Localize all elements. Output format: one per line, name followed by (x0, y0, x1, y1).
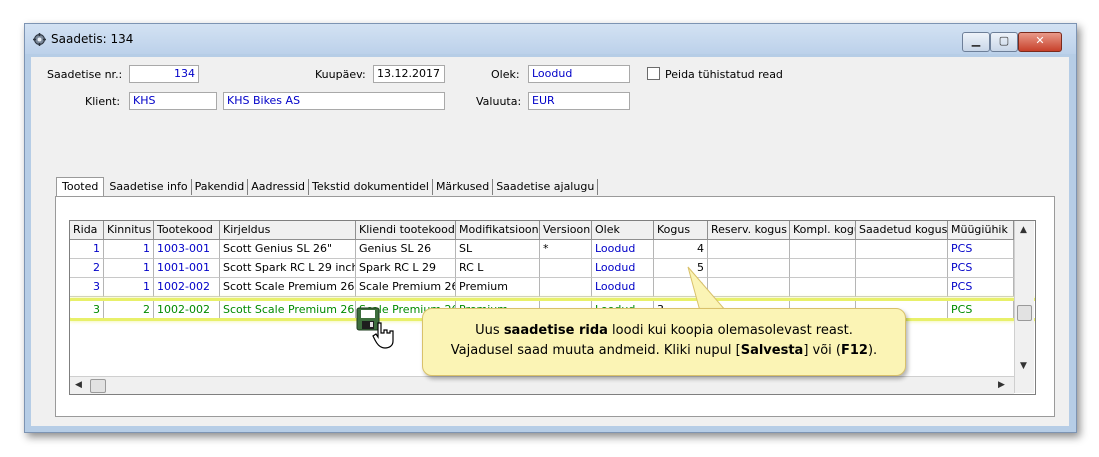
col-header-rida[interactable]: Rida (70, 221, 104, 240)
horizontal-scrollbar[interactable]: ◀ ▶ (70, 376, 1014, 394)
close-button[interactable]: ✕ (1018, 32, 1062, 52)
col-header-tootekood[interactable]: Tootekood (154, 221, 220, 240)
cell-rida: 2 (70, 259, 104, 278)
tab-tooted[interactable]: Tooted (56, 177, 105, 196)
tab-tekstid-dokumentidel[interactable]: Tekstid dokumentidel (309, 179, 433, 195)
cell-saadetud-kogus (856, 259, 948, 278)
title-bar: Saadetis: 134 ▁ ▢ ✕ (25, 24, 1076, 54)
status-field[interactable]: Loodud (528, 65, 630, 83)
cell-muugiuhik: PCS (948, 259, 1014, 278)
scroll-right-icon[interactable]: ▶ (998, 380, 1005, 390)
tab-saadetise-ajalugu[interactable]: Saadetise ajalugu (493, 179, 599, 195)
minimize-button[interactable]: ▁ (962, 32, 990, 52)
minimize-icon: ▁ (971, 34, 981, 47)
tab-saadetise-info[interactable]: Saadetise info (106, 179, 192, 195)
window-title: Saadetis: 134 (51, 32, 134, 46)
col-header-kirjeldus[interactable]: Kirjeldus (220, 221, 356, 240)
tab-panel-tooted: Rida Kinnitus Tootekood Kirjeldus Kliend… (55, 196, 1055, 417)
cell-saadetud-kogus (856, 240, 948, 259)
date-label: Kuupäev: (315, 68, 366, 81)
hide-cancelled-checkbox[interactable] (647, 67, 660, 80)
cell-kompl-kogus (790, 278, 856, 297)
cell-tootekood: 1003-001 (154, 240, 220, 259)
vertical-scrollbar[interactable]: ▲ ▼ (1014, 221, 1034, 393)
scroll-up-icon[interactable]: ▲ (1020, 225, 1027, 235)
scroll-down-icon[interactable]: ▼ (1020, 361, 1027, 371)
col-header-kompl-kogus[interactable]: Kompl. kogus (790, 221, 856, 240)
cell-muugiuhik: PCS (948, 278, 1014, 297)
col-header-saadetud-kogus[interactable]: Saadetud kogus (856, 221, 948, 240)
client-label: Klient: (85, 95, 121, 108)
cell-tootekood: 1002-002 (154, 278, 220, 297)
save-button[interactable] (356, 307, 394, 349)
cell-kinnitus: 1 (104, 259, 154, 278)
cell-versioon (540, 259, 592, 278)
cell-kliendi-tootekood: Spark RC L 29 (356, 259, 456, 278)
cell-rida: 1 (70, 240, 104, 259)
client-name-field[interactable]: KHS Bikes AS (223, 92, 445, 110)
cell-tootekood: 1001-001 (154, 259, 220, 278)
currency-label: Valuuta: (476, 95, 522, 108)
maximize-button[interactable]: ▢ (990, 32, 1018, 52)
cell-kirjeldus: Scott Genius SL 26" (220, 240, 356, 259)
horizontal-scroll-thumb[interactable] (90, 379, 106, 393)
tab-bar: Tooted Saadetise info Pakendid Aadressid Tek… (56, 177, 599, 196)
cell-reserv-kogus (708, 240, 790, 259)
shipment-no-label: Saadetise nr.: (47, 68, 123, 81)
tab-pakendid[interactable]: Pakendid (192, 179, 249, 195)
cell-kliendi-tootekood: Genius SL 26 (356, 240, 456, 259)
hand-pointer-icon (372, 322, 394, 349)
maximize-icon: ▢ (998, 34, 1010, 47)
col-header-reserv-kogus[interactable]: Reserv. kogus (708, 221, 790, 240)
cell-kinnitus: 1 (104, 278, 154, 297)
callout-pointer (687, 266, 728, 312)
cell-kompl-kogus (790, 259, 856, 278)
cell-olek: Loodud (592, 278, 654, 297)
col-header-muugiuhik[interactable]: Müügiühik (948, 221, 1014, 240)
currency-field[interactable]: EUR (528, 92, 630, 110)
cell-modifikatsioon: RC L (456, 259, 540, 278)
callout-line-2: Vajadusel saad muuta andmeid. Kliki nupu… (450, 343, 878, 358)
cell-kirjeldus: Scott Spark RC L 29 inch (220, 259, 356, 278)
scroll-left-icon[interactable]: ◀ (75, 380, 82, 390)
col-header-kliendi-tootekood[interactable]: Kliendi tootekood (356, 221, 456, 240)
cell-olek: Loodud (592, 259, 654, 278)
tab-markused[interactable]: Märkused (433, 179, 494, 195)
cell-versioon: * (540, 240, 592, 259)
client-code-field[interactable]: KHS (129, 92, 217, 110)
cell-modifikatsioon: Premium (456, 278, 540, 297)
help-callout: Uus saadetise rida loodi kui koopia olem… (422, 308, 906, 376)
col-header-modifikatsioon[interactable]: Modifikatsioon (456, 221, 540, 240)
cell-muugiuhik: PCS (948, 240, 1014, 259)
cell-kliendi-tootekood: Scale Premium 26 (356, 278, 456, 297)
tab-aadressid[interactable]: Aadressid (248, 179, 310, 195)
shipment-no-field[interactable]: 134 (129, 65, 199, 83)
status-label: Olek: (491, 68, 520, 81)
cell-kompl-kogus (790, 240, 856, 259)
cell-saadetud-kogus (856, 278, 948, 297)
col-header-kogus[interactable]: Kogus (654, 221, 708, 240)
cell-modifikatsioon: SL (456, 240, 540, 259)
cell-versioon (540, 278, 592, 297)
callout-line-1: Uus saadetise rida loodi kui koopia olem… (475, 323, 853, 338)
close-icon: ✕ (1035, 34, 1045, 47)
cell-kogus: 4 (654, 240, 708, 259)
col-header-versioon[interactable]: Versioon (540, 221, 592, 240)
gear-icon (33, 33, 46, 46)
cell-kinnitus: 1 (104, 240, 154, 259)
cell-olek: Loodud (592, 240, 654, 259)
vertical-scroll-thumb[interactable] (1017, 305, 1032, 321)
cell-kirjeldus: Scott Scale Premium 26 inch (220, 278, 356, 297)
col-header-kinnitus[interactable]: Kinnitus (104, 221, 154, 240)
cell-rida: 3 (70, 278, 104, 297)
date-field[interactable]: 13.12.2017 (373, 65, 445, 83)
hide-cancelled-label: Peida tühistatud read (665, 68, 783, 81)
col-header-olek[interactable]: Olek (592, 221, 654, 240)
